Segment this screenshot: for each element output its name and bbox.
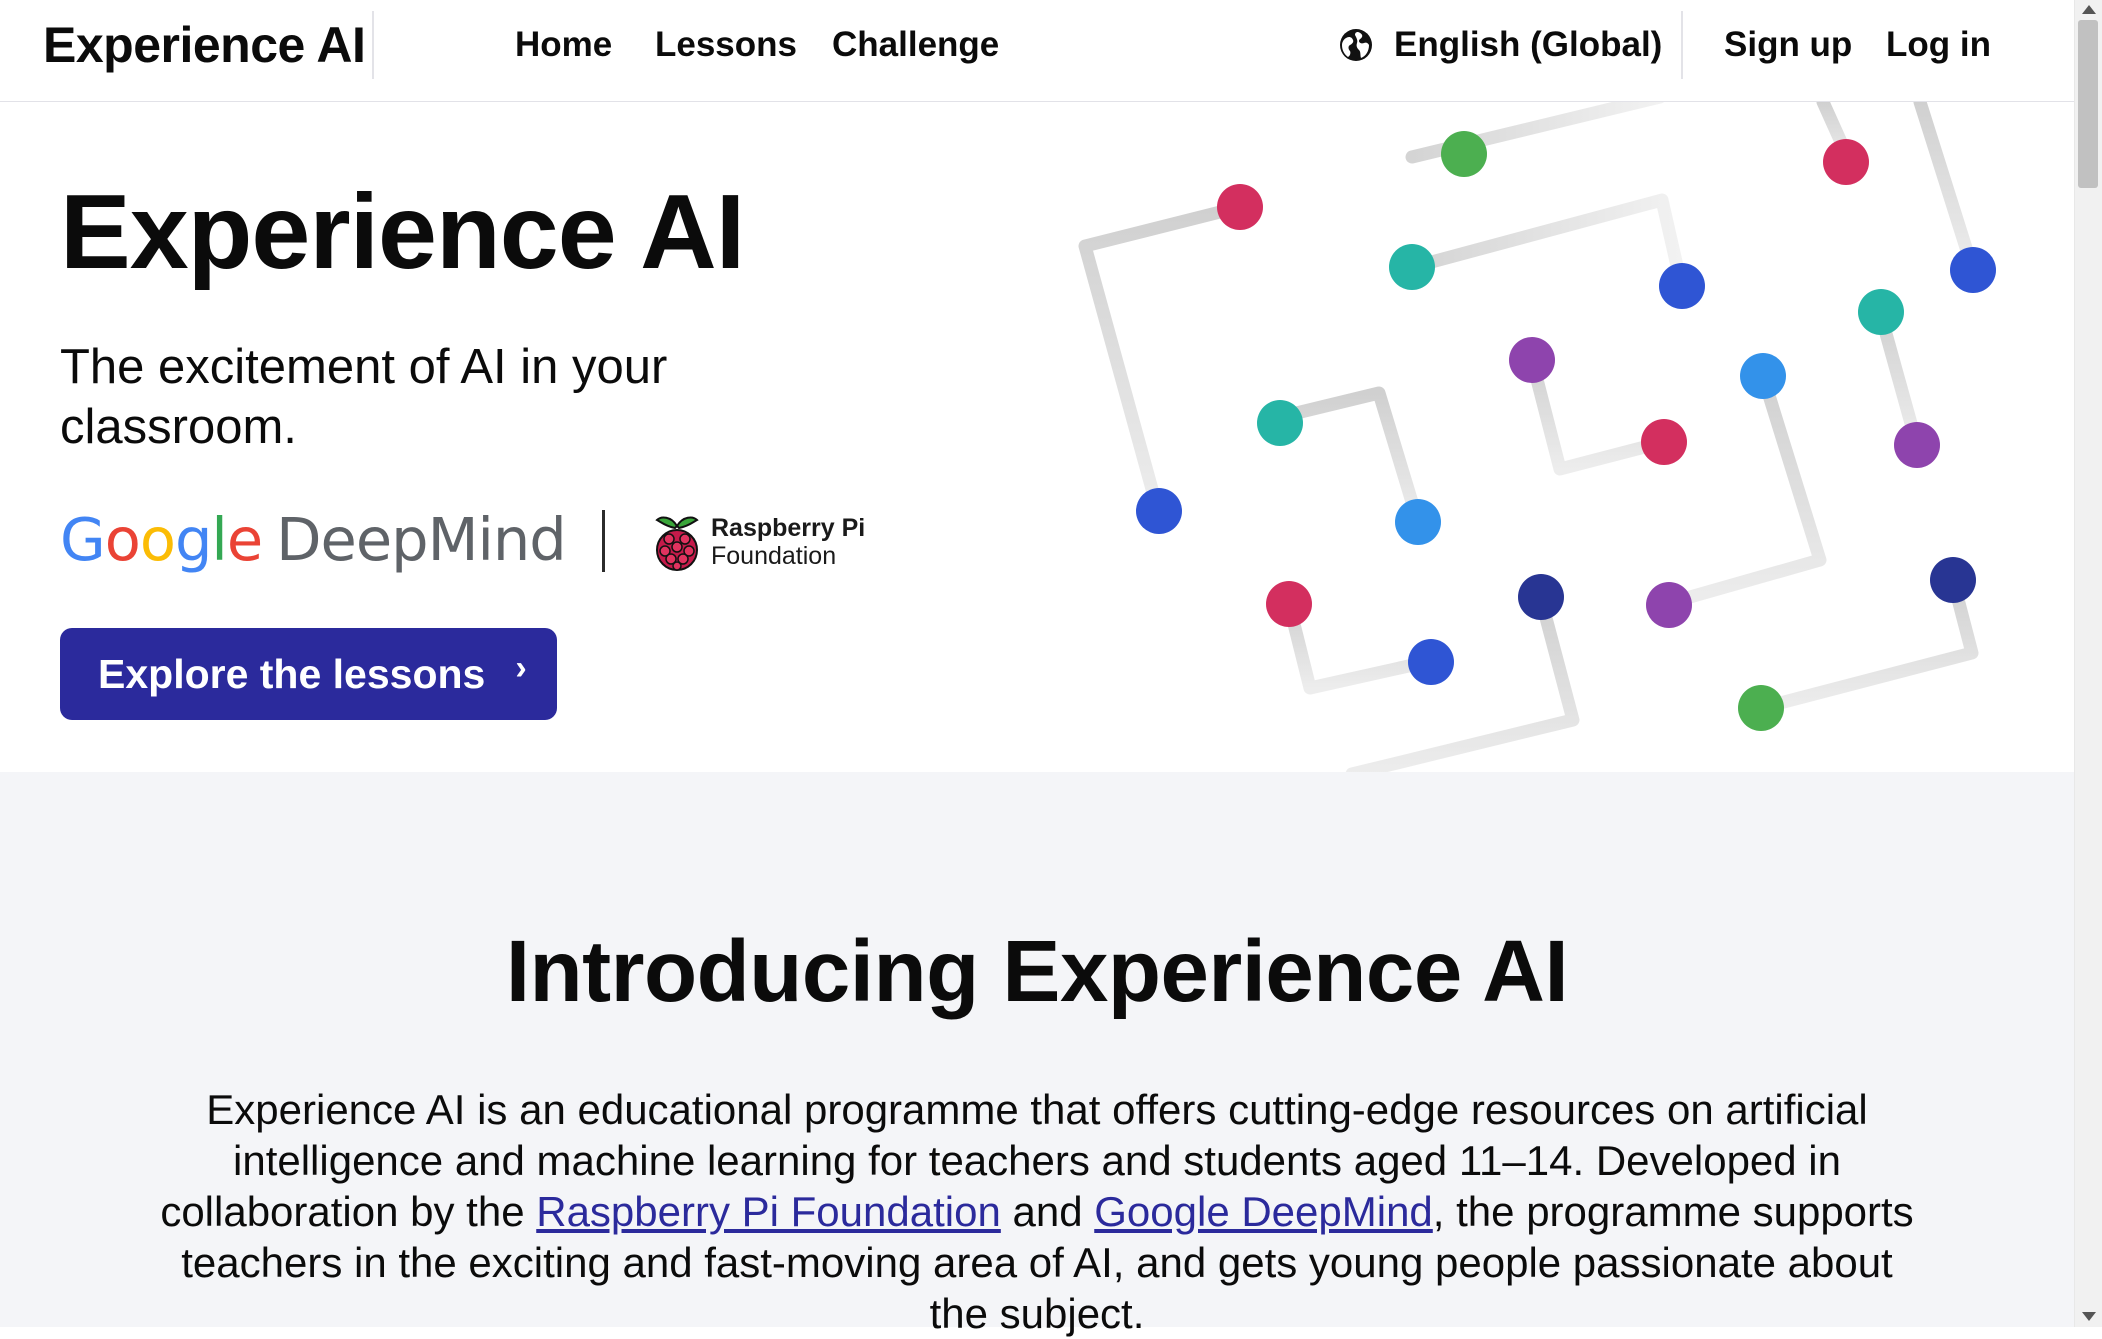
hero-title: Experience AI — [60, 173, 745, 291]
chevron-right-icon: › — [515, 648, 527, 687]
intro-text-2: and — [1000, 1188, 1095, 1235]
scroll-up-arrow-icon[interactable] — [2082, 5, 2096, 14]
language-selector[interactable]: English (Global) — [1338, 22, 1662, 68]
nav-home[interactable]: Home — [515, 22, 612, 68]
explore-lessons-label: Explore the lessons — [98, 650, 486, 697]
nav-challenge[interactable]: Challenge — [832, 22, 999, 68]
header-divider-right — [1681, 11, 1683, 79]
google-wordmark: Google — [60, 505, 263, 574]
nav-lessons[interactable]: Lessons — [655, 22, 797, 68]
google-deepmind-logo: Google DeepMind — [60, 500, 567, 580]
site-header: Experience AI Home Lessons Challenge Eng… — [0, 0, 2074, 102]
brand-logo[interactable]: Experience AI — [43, 16, 366, 74]
globe-icon — [1340, 29, 1372, 61]
raspberry-icon — [655, 516, 699, 571]
language-label: English (Global) — [1394, 25, 1663, 64]
log-in-link[interactable]: Log in — [1886, 22, 1991, 68]
intro-title: Introducing Experience AI — [505, 923, 1569, 1020]
google-deepmind-link[interactable]: Google DeepMind — [1094, 1188, 1433, 1235]
scroll-thumb[interactable] — [2078, 20, 2098, 188]
logo-divider — [602, 510, 605, 572]
scroll-down-arrow-icon[interactable] — [2082, 1312, 2096, 1321]
hero-subtitle: The excitement of AI in your classroom. — [60, 340, 668, 454]
hero-section: Experience AI The excitement of AI in yo… — [0, 102, 2074, 772]
intro-body: Experience AI is an educational programm… — [150, 1084, 1924, 1339]
sign-up-link[interactable]: Sign up — [1724, 22, 1852, 68]
header-divider — [372, 11, 374, 79]
raspberry-pi-foundation-link[interactable]: Raspberry Pi Foundation — [536, 1188, 1001, 1235]
explore-lessons-button[interactable]: Explore the lessons › — [60, 628, 557, 720]
page-scrollbar[interactable] — [2074, 0, 2102, 1327]
deepmind-wordmark: DeepMind — [276, 505, 567, 574]
intro-section: Introducing Experience AI Experience AI … — [0, 772, 2074, 1337]
raspberry-pi-wordmark: Raspberry Pi Foundation — [711, 514, 866, 570]
